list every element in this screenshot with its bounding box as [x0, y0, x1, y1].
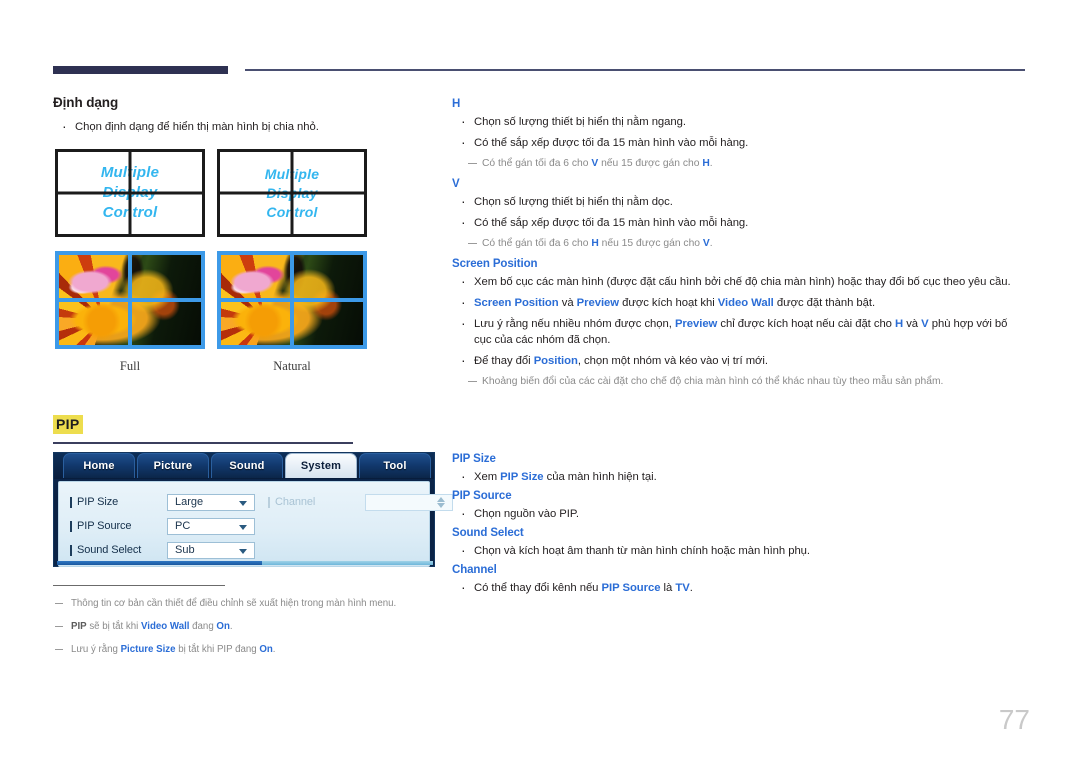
screen-grid-photo-full [55, 251, 205, 349]
pip-section: PIP Home Picture Sound System Tool PIP Size L… [53, 415, 453, 567]
osd-key-pip-size: PIP Size [69, 496, 167, 508]
osd-scrollbar[interactable] [57, 561, 433, 565]
channel-stepper[interactable] [365, 493, 453, 511]
chevron-up-icon[interactable] [437, 496, 445, 502]
subsection-heading: V [452, 178, 460, 190]
osd-select-pip-source[interactable]: PC [167, 517, 255, 535]
footnotes-block: Thông tin cơ bản cần thiết để điều chỉnh… [53, 585, 473, 666]
osd-select-value: Sub [175, 544, 195, 556]
osd-channel-group: Channel [255, 482, 453, 566]
footnote-item: PIP sẽ bị tắt khi Video Wall đang On. [53, 620, 473, 634]
osd-row-pip-size: PIP Size Large [69, 490, 255, 514]
content-bullet: Có thể sắp xếp được tối đa 15 màn hình v… [452, 134, 1027, 151]
right-content-pip: PIP Size Xem PIP Size của màn hình hiện t… [452, 453, 1027, 596]
grid-horizontal-divider [58, 191, 202, 195]
right-content-upper: H Chọn số lượng thiết bị hiển thị nằm nga… [452, 98, 1027, 389]
pip-rule [53, 442, 353, 444]
footnote-item: Thông tin cơ bản cần thiết để điều chỉnh… [53, 597, 473, 611]
screen-grid-text-full: Multiple Display Control [55, 149, 205, 237]
subsection-heading: H [452, 98, 461, 110]
pip-heading: PIP [53, 415, 84, 434]
manual-page: Định dạng Chọn định dạng để hiển thị màn… [0, 0, 1080, 763]
osd-select-pip-size[interactable]: Large [167, 493, 255, 511]
content-bullet: Để thay đổi Position, chọn một nhóm và k… [452, 352, 1027, 369]
header-accent-bar [53, 66, 228, 74]
chevron-down-icon[interactable] [239, 524, 247, 530]
osd-key-sound-select: Sound Select [69, 544, 167, 556]
content-bullet: Xem bố cục các màn hình (được đặt cấu hì… [452, 273, 1027, 290]
osd-scrollbar-thumb[interactable] [57, 561, 262, 565]
tv-osd-mockup: Home Picture Sound System Tool PIP Size Large… [53, 452, 453, 567]
footnote-rule [53, 585, 225, 586]
content-bullet: Chọn số lượng thiết bị hiển thị nằm ngan… [452, 113, 1027, 130]
footnote-list: Thông tin cơ bản cần thiết để điều chỉnh… [53, 597, 473, 657]
content-bullet: Chọn nguồn vào PIP. [452, 505, 1027, 522]
subsection-heading: PIP Source [452, 490, 512, 502]
subsection-heading: Channel [452, 564, 497, 576]
content-note: Có thể gán tối đa 6 cho H nếu 15 được gá… [452, 236, 1027, 251]
header-rule [245, 69, 1025, 71]
osd-select-value: Large [175, 496, 204, 508]
page-number: 77 [998, 704, 1030, 735]
content-bullet: Chọn và kích hoạt âm thanh từ màn hình c… [452, 542, 1027, 559]
subsection-heading: Sound Select [452, 527, 524, 539]
osd-row-sound-select: Sound Select Sub [69, 538, 255, 562]
section-title-dinh-dang: Định dạng [53, 95, 119, 110]
screen-grid-photo-natural [217, 251, 367, 349]
content-note: Có thể gán tối đa 6 cho V nếu 15 được gá… [452, 156, 1027, 171]
osd-key-pip-source: PIP Source [69, 520, 167, 532]
content-note: Khoảng biến đổi của các cài đặt cho chế … [452, 374, 1027, 389]
osd-tab-home[interactable]: Home [63, 453, 135, 478]
osd-key-channel: Channel [267, 496, 365, 508]
osd-tab-picture[interactable]: Picture [137, 453, 209, 478]
osd-panel: PIP Size Large PIP Source PC Sound Select Sub… [58, 481, 453, 567]
left-column: Định dạng Chọn định dạng để hiển thị màn… [53, 95, 433, 394]
subsection-heading: PIP Size [452, 453, 496, 465]
osd-tab-system[interactable]: System [285, 453, 357, 478]
osd-row-pip-source: PIP Source PC [69, 514, 255, 538]
grid-horizontal-divider [220, 191, 364, 195]
content-bullet: Lưu ý rằng nếu nhiều nhóm được chọn, Pre… [452, 315, 1027, 348]
photo-horizontal-divider [221, 298, 363, 302]
content-bullet: Chọn số lượng thiết bị hiển thị nằm dọc. [452, 193, 1027, 210]
diagram-panel-natural: Multiple Display Control Natural [217, 149, 367, 374]
content-bullet: Có thể sắp xếp được tối đa 15 màn hình v… [452, 214, 1027, 231]
photo-horizontal-divider [59, 298, 201, 302]
caption-natural: Natural [273, 359, 311, 373]
content-bullet: Screen Position và Preview được kích hoạ… [452, 294, 1027, 311]
osd-tab-tool[interactable]: Tool [359, 453, 431, 478]
dinh-dang-bullet: Chọn định dạng để hiển thị màn hình bị c… [53, 118, 433, 135]
right-column: H Chọn số lượng thiết bị hiển thị nằm nga… [452, 98, 1027, 601]
footnote-item: Lưu ý rằng Picture Size bị tắt khi PIP đ… [53, 643, 473, 657]
format-diagram: Multiple Display Control Full [53, 149, 433, 394]
osd-tab-sound[interactable]: Sound [211, 453, 283, 478]
osd-select-value: PC [175, 520, 191, 532]
caption-full: Full [119, 359, 141, 373]
chevron-down-icon[interactable] [239, 500, 247, 506]
diagram-panel-full: Multiple Display Control Full [55, 149, 205, 374]
content-bullet: Có thể thay đổi kênh nếu PIP Source là T… [452, 579, 1027, 596]
osd-select-sound-select[interactable]: Sub [167, 541, 255, 559]
subsection-heading: Screen Position [452, 258, 538, 270]
chevron-down-icon[interactable] [239, 548, 247, 554]
osd-settings-list: PIP Size Large PIP Source PC Sound Select Sub [59, 482, 255, 566]
content-bullet: Xem PIP Size của màn hình hiện tại. [452, 468, 1027, 485]
osd-row-channel: Channel [267, 490, 453, 514]
chevron-down-icon[interactable] [437, 502, 445, 508]
screen-grid-text-natural: Multiple Display Control [217, 149, 367, 237]
osd-tab-bar: Home Picture Sound System Tool [54, 453, 434, 479]
